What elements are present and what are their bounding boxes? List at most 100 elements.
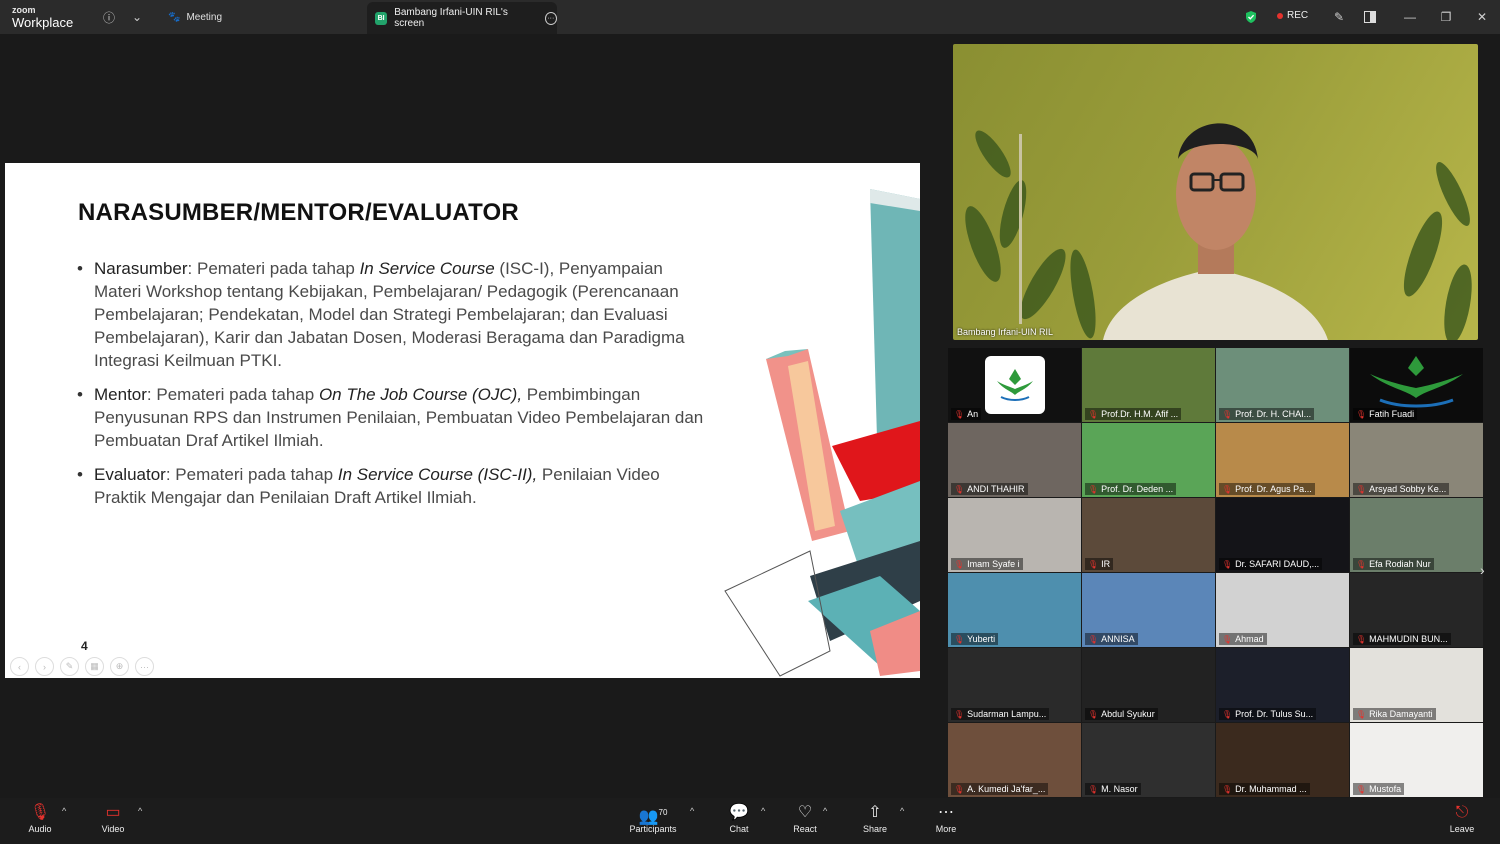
bullet-evaluator: Evaluator: Pemateri pada tahap In Servic… <box>77 463 707 509</box>
muted-mic-icon: 🎙 <box>1356 634 1367 644</box>
annotate-pen-icon[interactable]: ✎ <box>1330 8 1348 26</box>
rec-label: REC <box>1287 10 1309 21</box>
participant-name: 🎙 Fatih Fuadi <box>1353 408 1418 420</box>
participant-tile[interactable]: 🎙 Prof. Dr. H. CHAI... <box>1216 348 1349 422</box>
muted-mic-icon: 🎙 <box>29 804 51 821</box>
muted-mic-icon: 🎙 <box>1222 484 1233 494</box>
video-off-icon: ▭ <box>105 804 121 821</box>
participant-tile[interactable]: 🎙 MAHMUDIN BUN... <box>1350 573 1483 647</box>
meeting-tab[interactable]: 🐾 Meeting <box>168 8 222 26</box>
bullet-mentor: Mentor: Pemateri pada tahap On The Job C… <box>77 383 707 452</box>
share-screen-icon: ⇧ <box>868 804 882 821</box>
chat-caret-icon[interactable]: ^ <box>761 806 765 816</box>
muted-mic-icon: 🎙 <box>954 709 965 719</box>
zoom-magnifier-icon[interactable]: ⊕ <box>110 657 129 676</box>
prev-slide-icon[interactable]: ‹ <box>10 657 29 676</box>
audio-options-caret-icon[interactable]: ^ <box>62 806 66 816</box>
video-options-caret-icon[interactable]: ^ <box>138 806 142 816</box>
muted-mic-icon: 🎙 <box>1088 634 1099 644</box>
participant-name: 🎙 Prof. Dr. H. CHAI... <box>1219 408 1315 420</box>
participant-name: 🎙 Sudarman Lampu... <box>951 708 1050 720</box>
participant-tile[interactable]: 🎙 Imam Syafe i <box>948 498 1081 572</box>
share-label: Share <box>862 824 888 834</box>
audio-button[interactable]: 🎙 Audio <box>10 802 70 834</box>
restore-window-icon[interactable]: ❐ <box>1437 8 1455 26</box>
share-button[interactable]: ⇧ Share <box>845 802 905 834</box>
leave-button[interactable]: ⎋ Leave <box>1432 802 1492 834</box>
muted-mic-icon: 🎙 <box>1222 634 1233 644</box>
screen-share-tab[interactable]: BI Bambang Irfani-UIN RIL's screen ··· <box>367 2 557 34</box>
chevron-down-icon[interactable]: ⌄ <box>128 8 146 26</box>
muted-mic-icon: 🎙 <box>954 634 965 644</box>
muted-mic-icon: 🎙 <box>954 784 965 794</box>
close-icon[interactable]: ✕ <box>1473 8 1491 26</box>
participant-name: 🎙 IR <box>1085 558 1114 570</box>
participant-tile[interactable]: 🎙 Prof. Dr. Tulus Su... <box>1216 648 1349 722</box>
participants-icon: 👥 <box>638 808 659 826</box>
participant-tile[interactable]: 🎙 Yuberti <box>948 573 1081 647</box>
participant-name: 🎙 ANDI THAHIR <box>951 483 1028 495</box>
participant-tile[interactable]: 🎙 Fatih Fuadi <box>1350 348 1483 422</box>
shared-slide: NARASUMBER/MENTOR/EVALUATOR Narasumber: … <box>5 163 920 678</box>
participant-tile[interactable]: 🎙 Dr. SAFARI DAUD,... <box>1216 498 1349 572</box>
participant-tile[interactable]: 🎙 ANDI THAHIR <box>948 423 1081 497</box>
slide-page-number: 4 <box>81 639 88 653</box>
participant-tile[interactable]: 🎙 Dr. Muhammad ... <box>1216 723 1349 797</box>
participant-tile[interactable]: 🎙 Prof. Dr. Agus Pa... <box>1216 423 1349 497</box>
participant-tile[interactable]: 🎙 A. Kumedi Ja'far_... <box>948 723 1081 797</box>
participant-tile[interactable]: 🎙 Mustofa <box>1350 723 1483 797</box>
pen-icon[interactable]: ✎ <box>60 657 79 676</box>
more-icon[interactable]: ··· <box>135 657 154 676</box>
chat-button[interactable]: 💬 Chat <box>709 802 769 834</box>
participant-tile[interactable]: 🎙 Arsyad Sobby Ke... <box>1350 423 1483 497</box>
institution-logo <box>985 356 1045 414</box>
participants-caret-icon[interactable]: ^ <box>690 806 694 816</box>
active-speaker-video[interactable]: Bambang Irfani-UIN RIL <box>953 44 1478 340</box>
participant-tile[interactable]: 🎙 Ahmad <box>1216 573 1349 647</box>
participant-name: 🎙 Prof. Dr. Agus Pa... <box>1219 483 1315 495</box>
speaker-name-label: Bambang Irfani-UIN RIL <box>957 327 1054 337</box>
shield-icon[interactable] <box>1242 8 1260 26</box>
participant-tile[interactable]: 🎙 Rika Damayanti <box>1350 648 1483 722</box>
info-icon[interactable]: ⓘ <box>100 8 118 26</box>
participant-tile[interactable]: 🎙 Abdul Syukur <box>1082 648 1215 722</box>
participant-tile[interactable]: 🎙 Efa Rodiah Nur <box>1350 498 1483 572</box>
minimize-icon[interactable]: — <box>1401 8 1419 26</box>
slides-grid-icon[interactable]: ▦ <box>85 657 104 676</box>
chat-bubble-icon: 💬 <box>729 804 749 821</box>
chat-label: Chat <box>729 824 749 834</box>
zoom-logo: zoom Workplace <box>12 5 74 30</box>
gallery-next-page-icon[interactable]: › <box>1480 562 1485 578</box>
more-button[interactable]: ⋯ More <box>916 802 976 834</box>
participant-tile[interactable]: 🎙 ANNISA <box>1082 573 1215 647</box>
participant-tile[interactable]: 🎙 Prof.Dr. H.M. Afif ... <box>1082 348 1215 422</box>
participant-tile[interactable]: 🎙 M. Nasor <box>1082 723 1215 797</box>
muted-mic-icon: 🎙 <box>1088 484 1099 494</box>
participant-tile[interactable]: 🎙 Prof. Dr. Deden ... <box>1082 423 1215 497</box>
more-options-icon[interactable]: ··· <box>544 11 557 25</box>
video-button[interactable]: ▭ Video <box>83 802 143 834</box>
next-slide-icon[interactable]: › <box>35 657 54 676</box>
brand-line1: zoom <box>12 5 36 15</box>
react-label: React <box>793 824 817 834</box>
participants-button[interactable]: 👥70 Participants <box>623 802 683 834</box>
video-label: Video <box>101 824 125 834</box>
meeting-toolbar: 🎙 Audio ^ ▭ Video ^ 👥70 Participants ^ 💬… <box>0 798 1500 844</box>
participant-name: 🎙 Arsyad Sobby Ke... <box>1353 483 1450 495</box>
recording-indicator[interactable]: REC <box>1277 10 1308 21</box>
participant-tile[interactable]: 🎙 IR <box>1082 498 1215 572</box>
muted-mic-icon: 🎙 <box>1222 409 1233 419</box>
share-caret-icon[interactable]: ^ <box>900 806 904 816</box>
participant-name: 🎙 Prof.Dr. H.M. Afif ... <box>1085 408 1182 420</box>
layout-view-icon[interactable] <box>1361 8 1379 26</box>
participant-name: 🎙 Mustofa <box>1353 783 1405 795</box>
slide-title: NARASUMBER/MENTOR/EVALUATOR <box>78 199 519 226</box>
participant-tile[interactable]: 🎙 Sudarman Lampu... <box>948 648 1081 722</box>
react-caret-icon[interactable]: ^ <box>823 806 827 816</box>
more-label: More <box>935 824 957 834</box>
paw-icon: 🐾 <box>168 11 181 23</box>
participant-tile[interactable]: 🎙 An <box>948 348 1081 422</box>
audio-label: Audio <box>28 824 52 834</box>
brand-line2: Workplace <box>12 15 74 30</box>
institution-logo <box>1370 356 1463 408</box>
